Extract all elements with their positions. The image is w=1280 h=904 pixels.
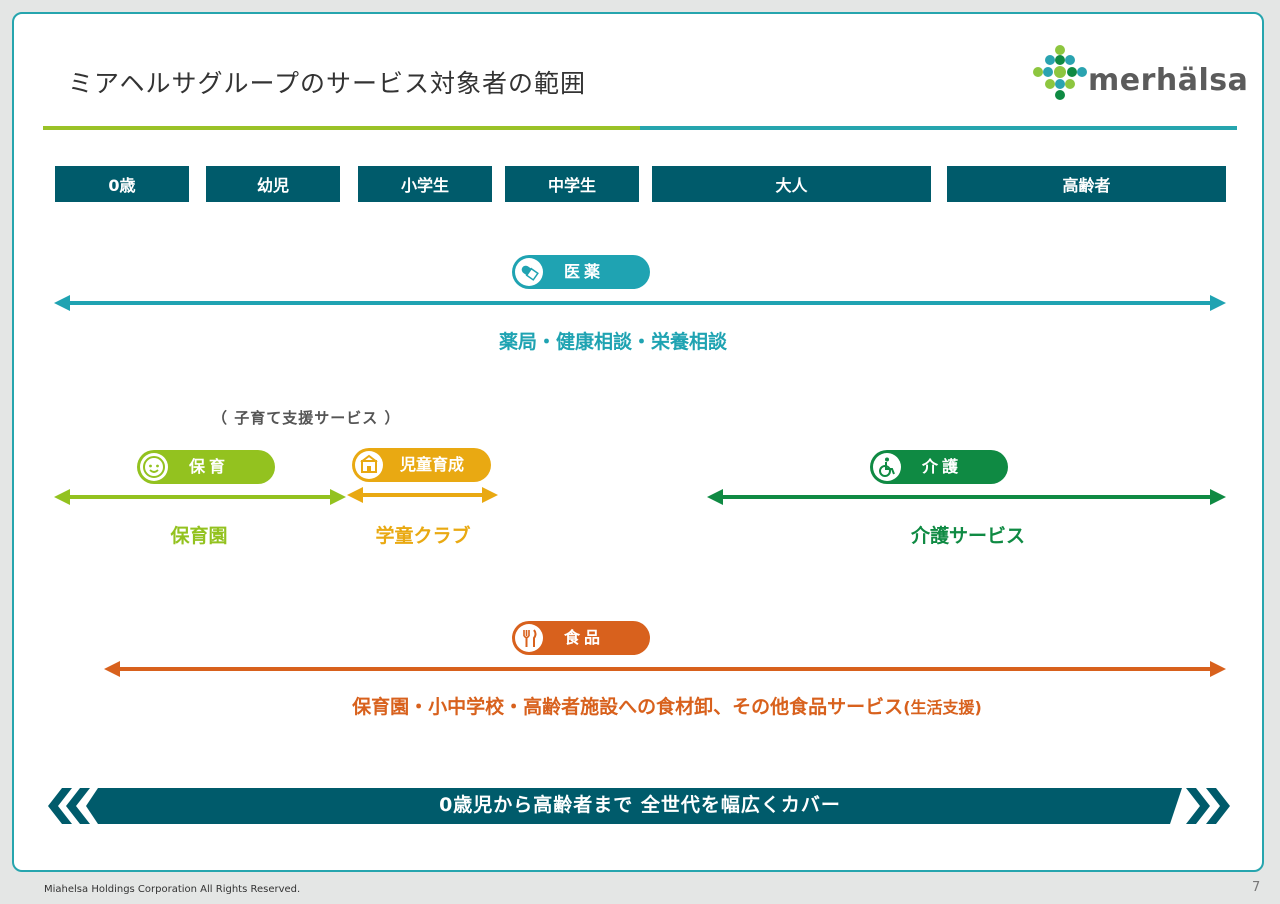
pill-capsule-icon [515,258,543,286]
after-school-pill-label: 児童育成 [400,455,465,474]
medical-range-arrow [54,295,1226,311]
after-school-range-label: 学童クラブ [375,525,471,547]
medical-pill: 医薬 [512,255,650,289]
school-building-icon [355,451,383,479]
after-school-range-arrow [347,487,498,503]
nursery-range-label: 保育園 [170,525,228,547]
footer-copyright: Miahelsa Holdings Corporation All Rights… [44,884,301,895]
food-range-main: 保育園・小中学校・高齢者施設への食材卸、その他食品サービス [352,696,904,718]
baby-face-icon [140,453,168,481]
nursery-pill: 保育 [137,450,275,484]
food-pill: 食品 [512,621,650,655]
food-range-arrow [104,661,1226,677]
childcare-note: （ 子育て支援サービス ） [212,409,401,427]
food-range-suffix: (生活支援) [903,698,982,717]
food-range-label: 保育園・小中学校・高齢者施設への食材卸、その他食品サービス(生活支援) [352,692,982,719]
medical-range-label: 薬局・健康相談・栄養相談 [498,331,728,353]
after-school-pill: 児童育成 [352,448,491,482]
care-pill: 介護 [870,450,1008,484]
care-range-label: 介護サービス [910,525,1026,547]
care-range-arrow [707,489,1226,505]
fork-knife-icon [515,624,543,652]
wheelchair-icon [873,453,901,481]
medical-pill-label: 医薬 [564,262,605,281]
food-pill-label: 食品 [564,628,605,647]
nursery-range-arrow [54,489,346,505]
coverage-banner-text: 0歳児から高齢者まで 全世代を幅広くカバー [439,794,841,816]
nursery-pill-label: 保育 [189,457,230,476]
care-pill-label: 介護 [922,457,963,476]
page-number: 7 [1252,880,1261,895]
